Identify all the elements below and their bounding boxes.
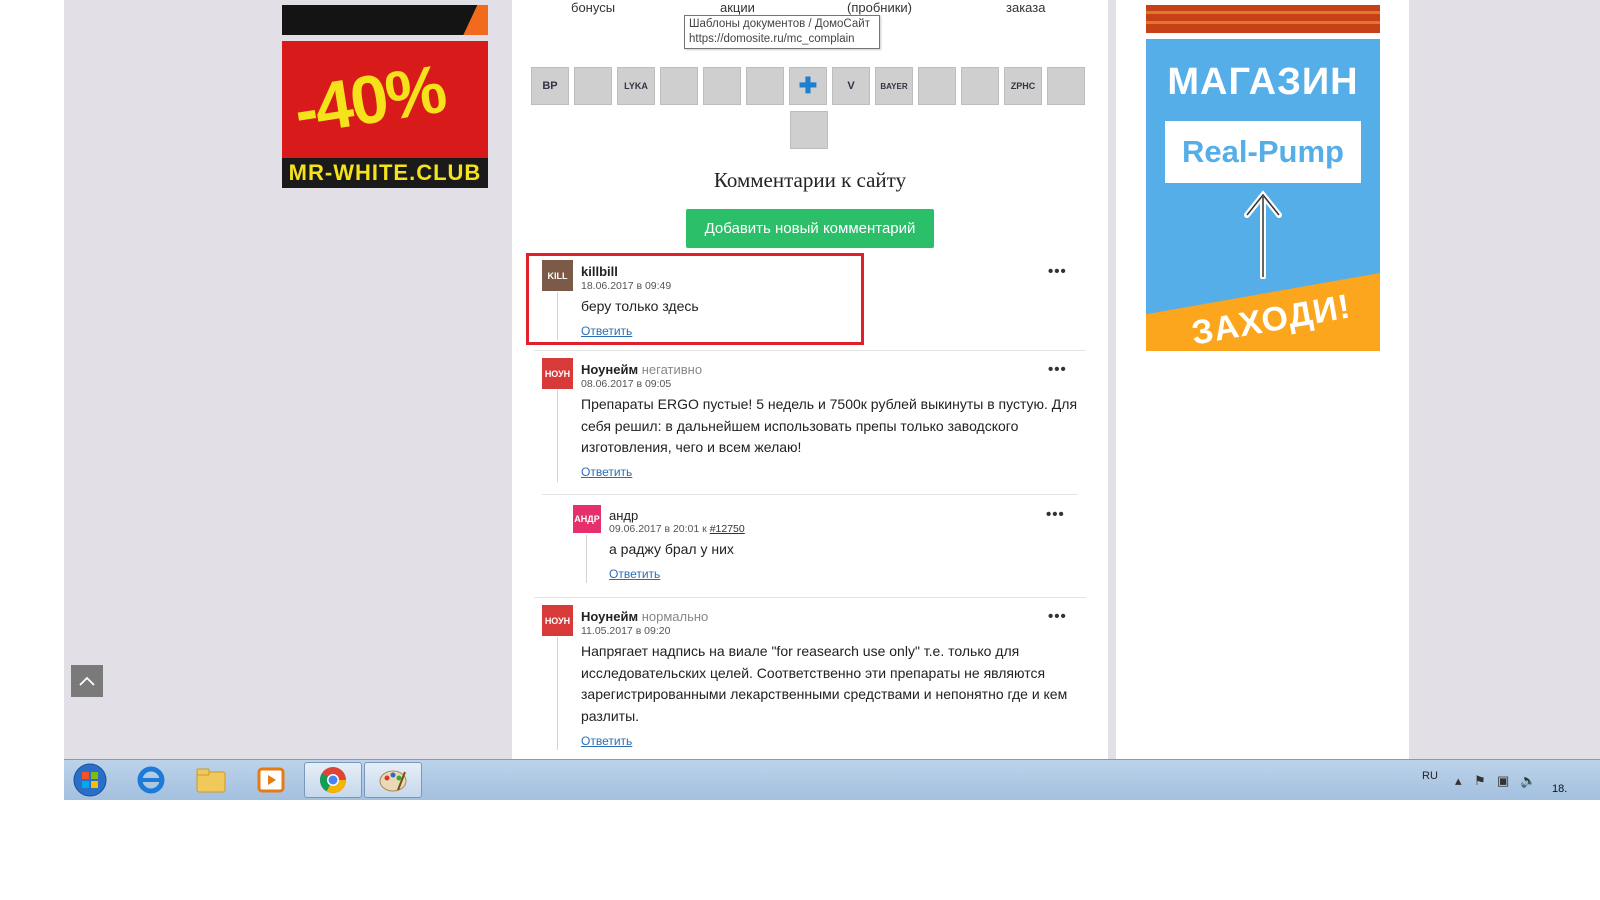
more-dots-icon[interactable]: ••• [1048, 264, 1067, 279]
windows-taskbar: RU ▴ ⚑ ▣ 🔈 18. [64, 759, 1600, 800]
more-dots-icon[interactable]: ••• [1046, 507, 1065, 522]
divider [542, 494, 1078, 495]
clock[interactable]: 18. [1552, 783, 1567, 795]
comment-text: а раджу брал у них [609, 541, 734, 557]
comment-author[interactable]: Ноунейм нормально [581, 609, 708, 624]
thread-line [557, 637, 558, 750]
divider [534, 597, 1086, 598]
internet-explorer-icon[interactable] [122, 762, 180, 798]
ad-discount-text: -40% [288, 50, 450, 150]
brand-logo[interactable]: LYKA [617, 67, 655, 105]
brand-logo[interactable]: ✚ [789, 67, 827, 105]
file-explorer-icon[interactable] [182, 762, 240, 798]
right-ad-banner-top[interactable] [1146, 5, 1380, 33]
reply-link[interactable]: Ответить [609, 567, 660, 581]
scroll-to-top-button[interactable] [71, 665, 103, 697]
thread-line [557, 390, 558, 482]
comment-rating: нормально [641, 609, 709, 624]
comment-date: 08.06.2017 в 09:05 [581, 378, 672, 390]
avatar: НОУН [542, 358, 573, 389]
highlight-box [526, 253, 864, 345]
nav-link-samples[interactable]: (пробники) [847, 0, 912, 15]
comment-date: 11.05.2017 в 09:20 [581, 625, 671, 637]
more-dots-icon[interactable]: ••• [1048, 609, 1067, 624]
reply-link[interactable]: Ответить [581, 465, 632, 479]
brand-logo[interactable]: BAYER [875, 67, 913, 105]
comment-author[interactable]: Ноунейм негативно [581, 362, 702, 377]
desktop-screen: -40% MR-WHITE.CLUB бонусы акции (пробник… [64, 0, 1600, 800]
thread-line [586, 535, 587, 583]
arrow-up-icon [1244, 190, 1282, 279]
language-indicator[interactable]: RU [1422, 770, 1438, 782]
comments-heading: Комментарии к сайту [713, 168, 907, 192]
brand-logo[interactable]: V [832, 67, 870, 105]
comment-text: Напрягает надпись на виале "for reasearc… [581, 643, 1068, 724]
nav-link-promotions[interactable]: акции [720, 0, 755, 15]
brand-logo[interactable] [660, 67, 698, 105]
reply-link[interactable]: Ответить [581, 734, 632, 748]
add-comment-button[interactable]: Добавить новый комментарий [686, 209, 934, 248]
comment-rating: негативно [641, 362, 703, 377]
tray-expand-icon[interactable]: ▴ [1455, 773, 1462, 789]
brand-logo[interactable]: BP [531, 67, 569, 105]
media-player-icon[interactable] [242, 762, 300, 798]
comment-text: Препараты ERGO пустые! 5 недель и 7500к … [581, 396, 1078, 455]
tooltip-title: Шаблоны документов / ДомоСайт [689, 18, 870, 30]
link-tooltip: Шаблоны документов / ДомоСайт https://do… [684, 15, 880, 49]
ad-brand-text: Real-Pump [1165, 121, 1361, 183]
left-ad-banner-top[interactable] [282, 5, 488, 35]
brand-logo[interactable] [1047, 67, 1085, 105]
action-center-icon[interactable]: ⚑ [1474, 773, 1486, 789]
left-ad-banner[interactable]: -40% MR-WHITE.CLUB [282, 41, 488, 188]
brand-logo[interactable] [574, 67, 612, 105]
brand-logo[interactable] [746, 67, 784, 105]
tooltip-url: https://domosite.ru/mc_complain [689, 33, 855, 45]
comment-author[interactable]: андр [609, 508, 638, 523]
nav-link-order[interactable]: заказа [1006, 0, 1045, 15]
paint-icon[interactable] [364, 762, 422, 798]
brand-logo[interactable] [961, 67, 999, 105]
ad-site-name: MR-WHITE.CLUB [282, 158, 488, 188]
brand-logo[interactable] [918, 67, 956, 105]
comment-ref-link[interactable]: #12750 [710, 523, 745, 535]
ad-shop-text: МАГАЗИН [1167, 61, 1359, 103]
chevron-up-icon [79, 676, 95, 686]
brand-logo[interactable]: ZPHC [1004, 67, 1042, 105]
avatar: АНДР [573, 505, 601, 533]
divider [534, 350, 1086, 351]
comment-date: 09.06.2017 в 20:01 к #12750 [609, 523, 745, 535]
volume-icon[interactable]: 🔈 [1520, 773, 1536, 789]
more-dots-icon[interactable]: ••• [1048, 362, 1067, 377]
web-page: -40% MR-WHITE.CLUB бонусы акции (пробник… [64, 0, 1600, 759]
avatar: НОУН [542, 605, 573, 636]
windows-start-icon[interactable] [64, 762, 116, 798]
chrome-icon[interactable] [304, 762, 362, 798]
brand-logo[interactable] [703, 67, 741, 105]
nav-link-bonuses[interactable]: бонусы [571, 0, 615, 15]
network-icon[interactable]: ▣ [1497, 773, 1509, 789]
right-ad-banner[interactable]: МАГАЗИН Real-Pump ЗАХОДИ! [1146, 39, 1380, 351]
brand-logo[interactable] [790, 111, 828, 149]
